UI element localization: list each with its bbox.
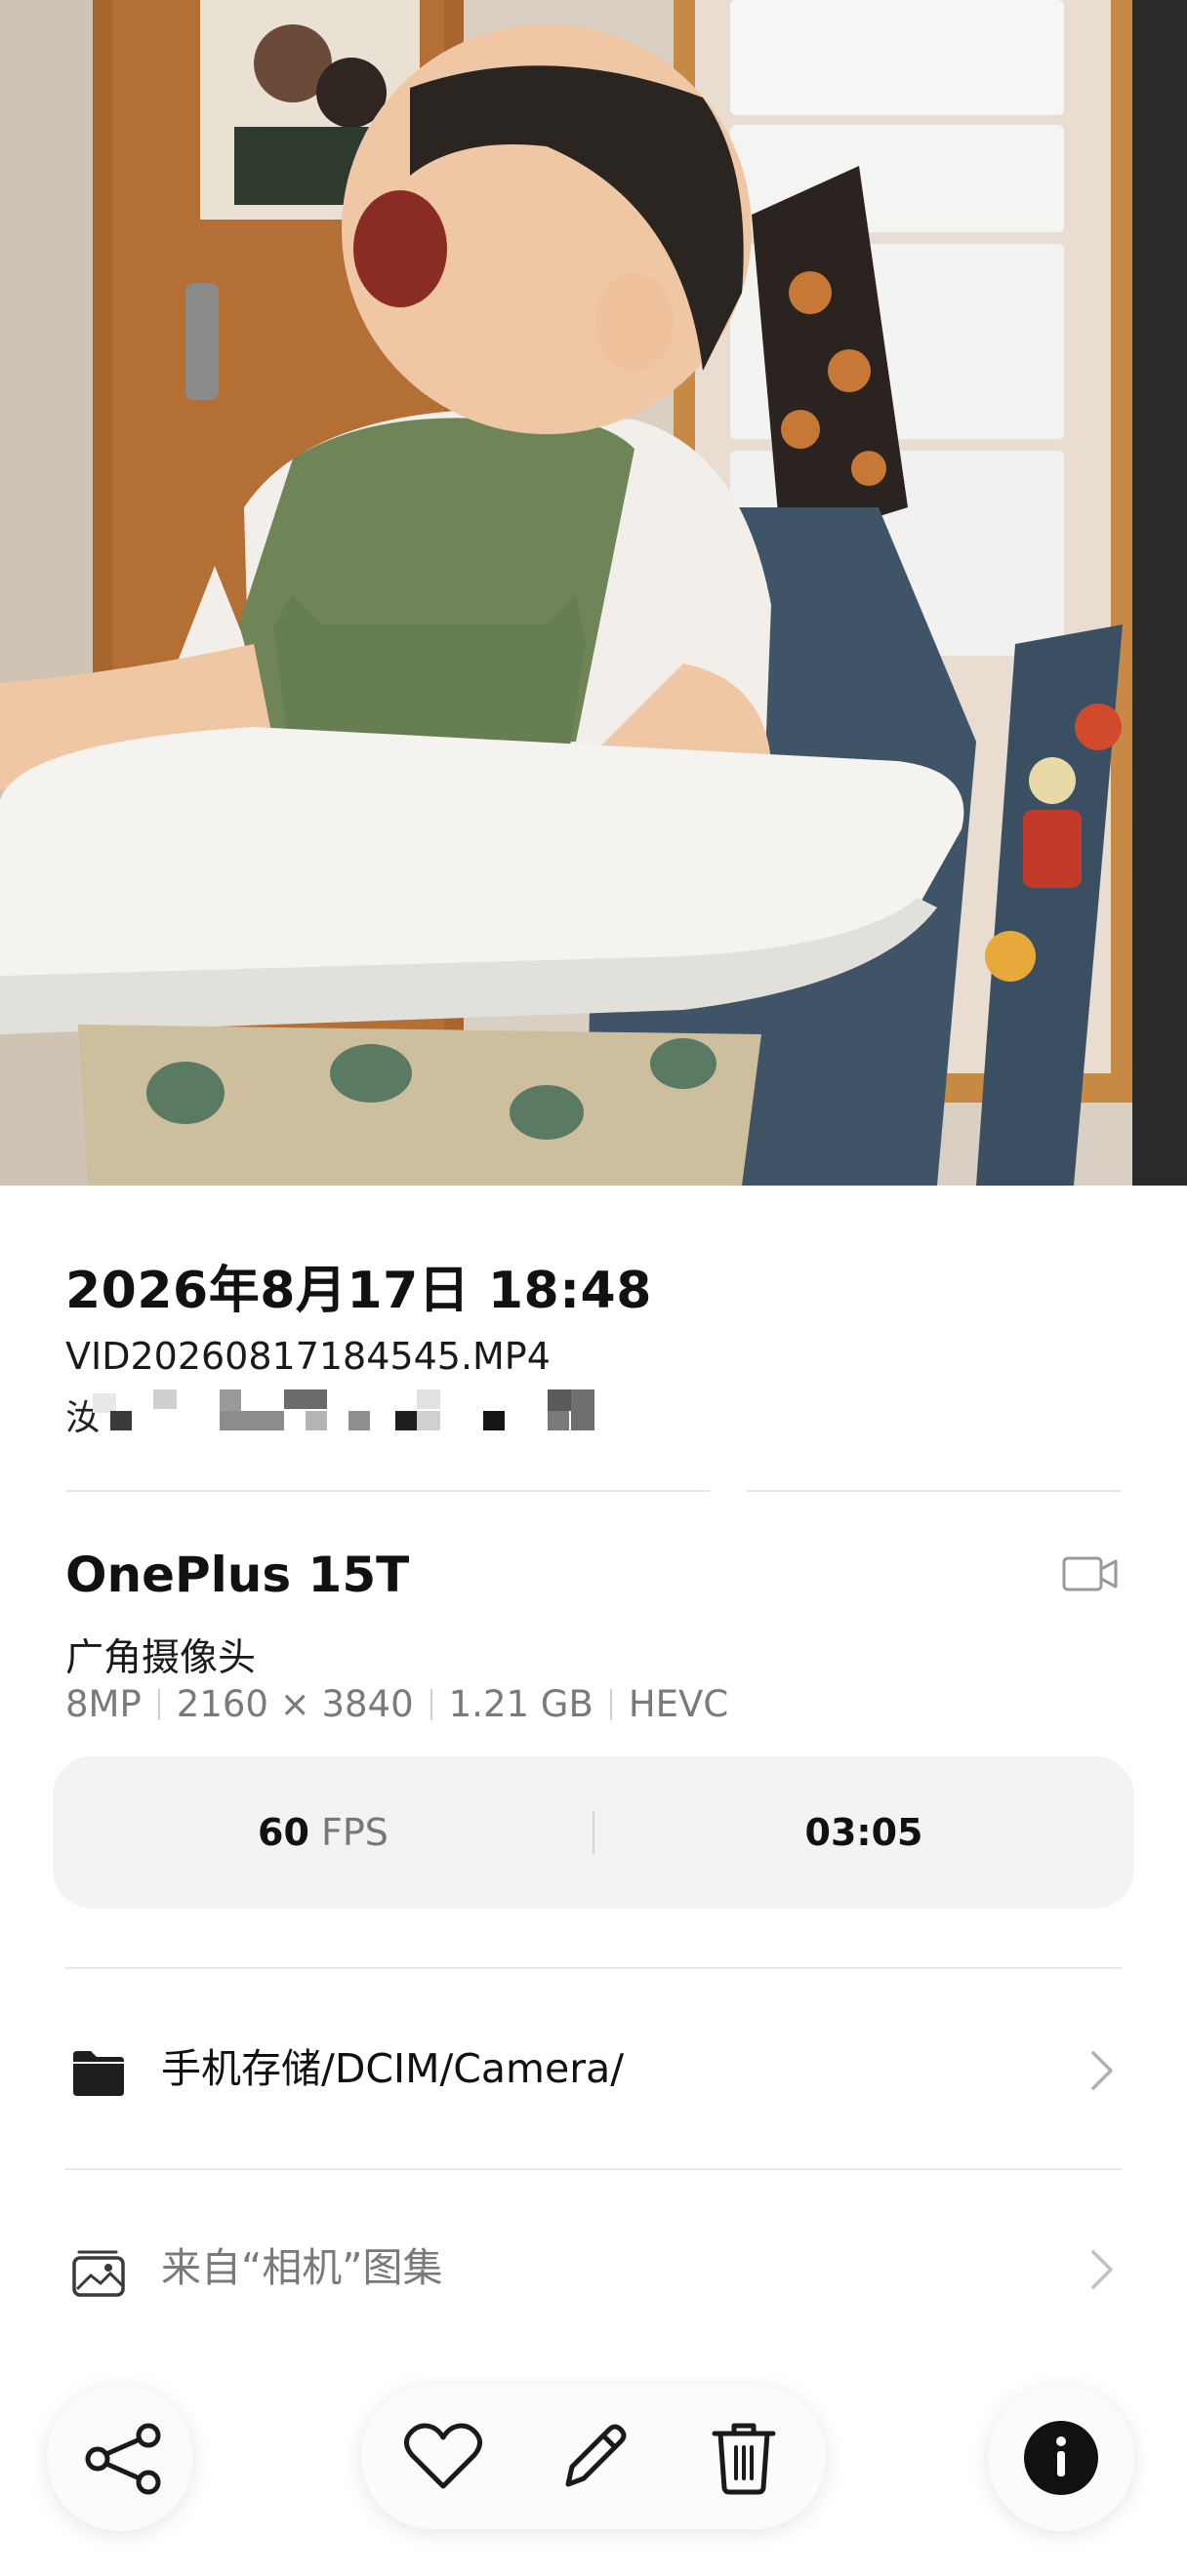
chevron-right-icon	[1091, 2250, 1113, 2289]
spec-file-size: 1.21 GB	[448, 1683, 594, 1725]
media-specs: 8MP 2160 × 3840 1.21 GB HEVC	[65, 1683, 728, 1725]
preview-illustration	[0, 0, 1187, 1186]
video-stats-card: 60 FPS 03:05	[53, 1756, 1134, 1909]
video-camera-icon	[1062, 1556, 1118, 1591]
spec-resolution-mp: 8MP	[65, 1683, 142, 1725]
share-button[interactable]	[47, 2385, 193, 2531]
album-row[interactable]: 来自“相机”图集	[65, 2209, 1122, 2326]
storage-path: 手机存储/DCIM/Camera/	[161, 2045, 625, 2092]
video-preview[interactable]	[0, 0, 1187, 1186]
folder-icon	[73, 2051, 124, 2096]
device-model: OnePlus 15T	[65, 1547, 410, 1603]
spec-codec: HEVC	[628, 1683, 729, 1725]
fps-unit: FPS	[321, 1811, 389, 1854]
divider	[65, 1967, 1122, 1969]
spec-separator	[157, 1689, 160, 1720]
album-icon	[72, 2250, 125, 2297]
action-toolbar	[361, 2385, 826, 2529]
info-button[interactable]	[988, 2385, 1134, 2531]
file-name: VID20260817184545.MP4	[65, 1335, 551, 1378]
album-source: 来自“相机”图集	[161, 2244, 443, 2291]
spec-dimensions: 2160 × 3840	[176, 1683, 414, 1725]
spec-separator	[430, 1689, 432, 1720]
masked-location-text: 汝	[65, 1388, 600, 1438]
heart-icon[interactable]	[396, 2410, 490, 2504]
fps-value: 60	[258, 1811, 309, 1854]
storage-path-row[interactable]: 手机存储/DCIM/Camera/	[65, 2010, 1122, 2127]
divider	[65, 2168, 1122, 2170]
spec-separator	[609, 1689, 612, 1720]
pencil-icon[interactable]	[547, 2410, 640, 2504]
frame-rate: 60 FPS	[53, 1756, 594, 1909]
info-icon	[1024, 2421, 1098, 2495]
share-icon	[85, 2423, 161, 2495]
camera-lens: 广角摄像头	[65, 1636, 257, 1680]
divider	[747, 1490, 1122, 1492]
capture-date-time: 2026年8月17日 18:48	[65, 1262, 652, 1320]
video-duration: 03:05	[804, 1811, 923, 1854]
trash-icon[interactable]	[697, 2410, 791, 2504]
chevron-right-icon	[1091, 2051, 1113, 2090]
divider	[65, 1490, 710, 1492]
